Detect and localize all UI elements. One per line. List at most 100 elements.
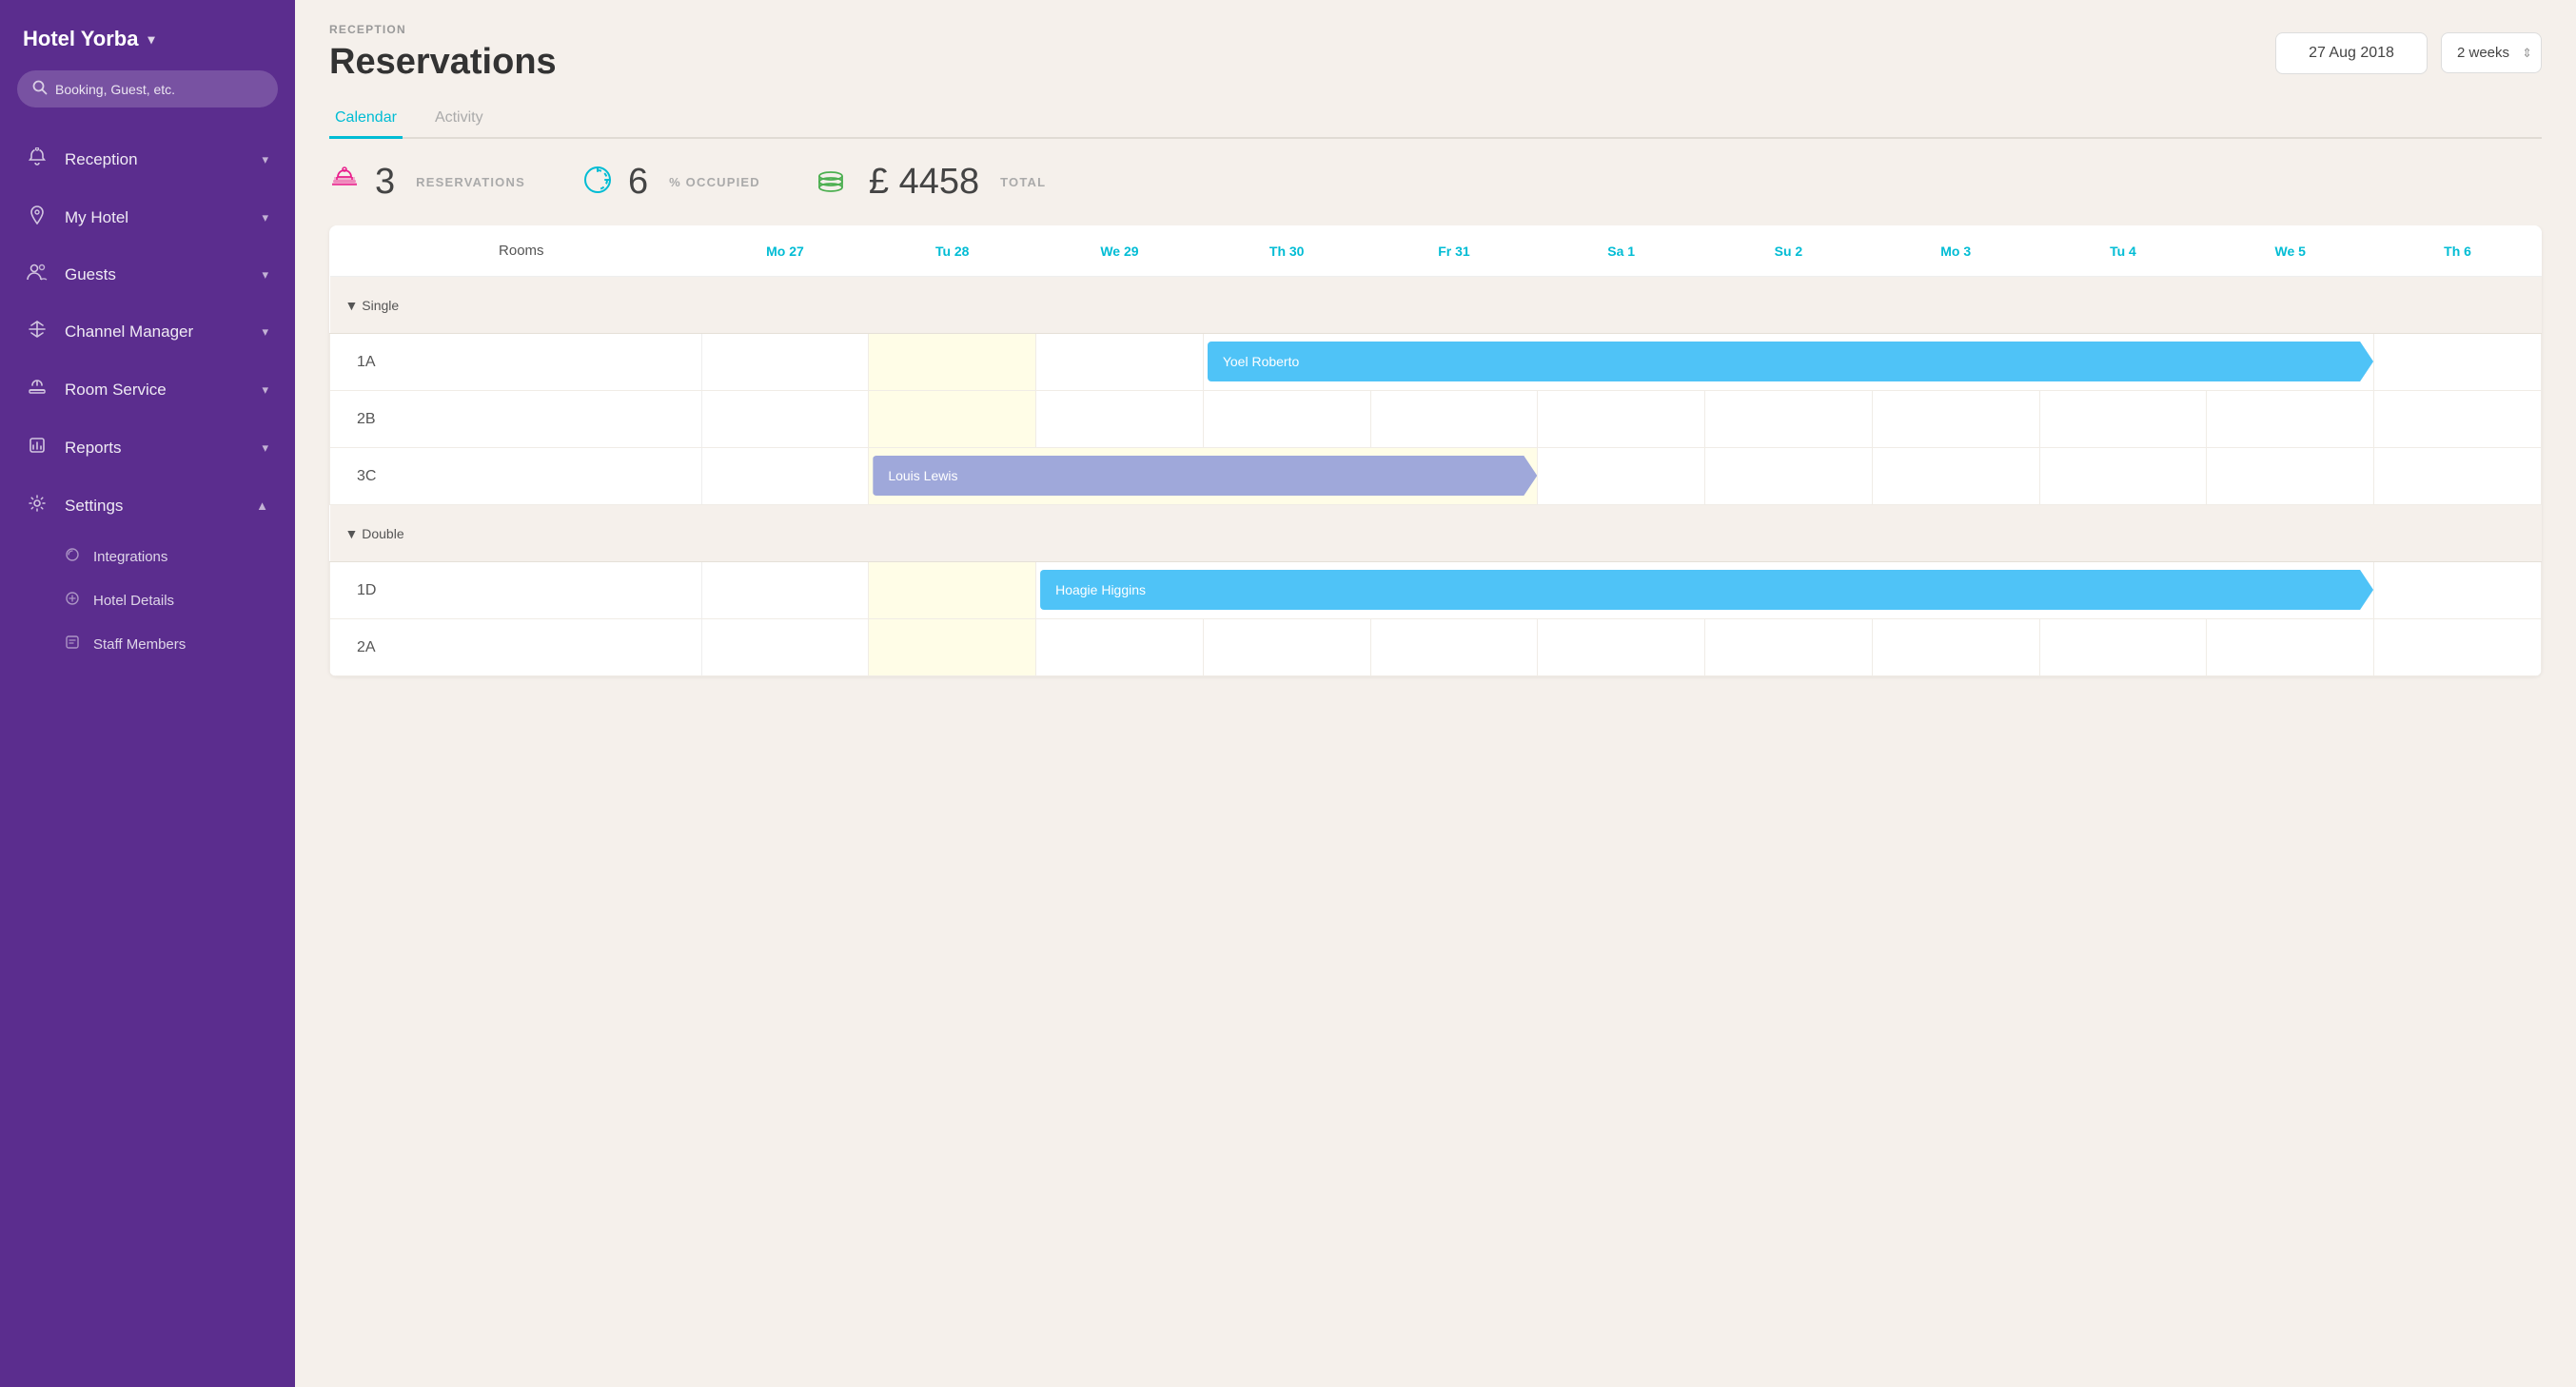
calendar-cell[interactable]: Yoel Roberto xyxy=(1203,334,2373,391)
channel-chevron-icon: ▾ xyxy=(262,324,268,340)
calendar-cell[interactable] xyxy=(1705,619,1873,676)
calendar-cell[interactable] xyxy=(1538,391,1705,448)
calendar-cell[interactable] xyxy=(701,391,869,448)
guests-icon xyxy=(27,264,48,285)
calendar-header-row: Rooms Mo 27 Tu 28 We 29 Th 30 Fr 31 Sa 1… xyxy=(330,225,2542,277)
table-row: 1DHoagie Higgins xyxy=(330,562,2542,619)
reports-chevron-icon: ▾ xyxy=(262,440,268,456)
calendar-cell[interactable] xyxy=(2374,334,2542,391)
booking-bar[interactable]: Hoagie Higgins xyxy=(1040,570,2373,610)
col-mo3: Mo 3 xyxy=(1872,225,2039,277)
calendar-cell[interactable] xyxy=(1538,448,1705,505)
calendar-cell[interactable] xyxy=(1036,391,1204,448)
calendar-cell[interactable] xyxy=(2039,391,2207,448)
settings-chevron-icon: ▲ xyxy=(256,498,268,513)
header-controls: 27 Aug 2018 1 week 2 weeks 3 weeks 4 wee… xyxy=(2275,32,2542,74)
occupied-icon xyxy=(582,165,613,200)
calendar-container: Rooms Mo 27 Tu 28 We 29 Th 30 Fr 31 Sa 1… xyxy=(295,225,2576,1387)
table-row: 2B xyxy=(330,391,2542,448)
room-service-chevron-icon: ▾ xyxy=(262,382,268,398)
sidebar-item-integrations[interactable]: Integrations xyxy=(0,535,295,578)
calendar-cell[interactable] xyxy=(1036,334,1204,391)
calendar-cell[interactable] xyxy=(2039,619,2207,676)
booking-bar[interactable]: Louis Lewis xyxy=(873,456,1537,496)
date-picker[interactable]: 27 Aug 2018 xyxy=(2275,32,2428,74)
calendar-cell[interactable] xyxy=(1538,619,1705,676)
table-row: 3CLouis Lewis xyxy=(330,448,2542,505)
channel-icon xyxy=(27,320,48,343)
week-select[interactable]: 1 week 2 weeks 3 weeks 4 weeks xyxy=(2441,32,2542,73)
total-label: TOTAL xyxy=(1000,175,1046,189)
calendar-cell[interactable] xyxy=(701,562,869,619)
calendar-cell[interactable] xyxy=(869,619,1036,676)
calendar-cell[interactable] xyxy=(1370,619,1538,676)
sidebar-item-reception[interactable]: Reception ▾ xyxy=(0,130,295,188)
calendar-cell[interactable] xyxy=(701,334,869,391)
booking-bar[interactable]: Yoel Roberto xyxy=(1208,342,2373,381)
hotel-name: Hotel Yorba xyxy=(23,27,138,51)
sidebar-label-reports: Reports xyxy=(65,439,122,458)
sidebar-label-settings: Settings xyxy=(65,497,123,516)
calendar-cell[interactable] xyxy=(2374,448,2542,505)
stats-bar: 3 RESERVATIONS 6 % OCCUPIED xyxy=(295,139,2576,225)
calendar-cell[interactable] xyxy=(1036,619,1204,676)
sub-label-staff-members: Staff Members xyxy=(93,636,186,653)
reservations-count: 3 xyxy=(375,162,395,203)
calendar-cell[interactable] xyxy=(1872,619,2039,676)
total-amount: £ 4458 xyxy=(869,162,979,203)
hotel-chevron-icon: ▾ xyxy=(147,31,154,48)
group-name: ▼ Single xyxy=(330,277,2542,334)
sidebar-item-settings[interactable]: Settings ▲ xyxy=(0,477,295,535)
calendar-cell[interactable] xyxy=(1370,391,1538,448)
room-name-cell: 1A xyxy=(330,334,702,391)
sidebar-item-room-service[interactable]: Room Service ▾ xyxy=(0,361,295,419)
room-name-cell: 2A xyxy=(330,619,702,676)
group-row: ▼ Double xyxy=(330,505,2542,562)
calendar-cell[interactable] xyxy=(2207,619,2374,676)
calendar-cell[interactable] xyxy=(2374,391,2542,448)
sidebar-item-channel-manager[interactable]: Channel Manager ▾ xyxy=(0,303,295,361)
calendar-cell[interactable] xyxy=(701,619,869,676)
calendar-cell[interactable] xyxy=(1203,391,1370,448)
calendar-cell[interactable] xyxy=(1872,391,2039,448)
calendar-cell[interactable] xyxy=(2207,391,2374,448)
calendar-cell[interactable] xyxy=(869,391,1036,448)
calendar-cell[interactable] xyxy=(1705,448,1873,505)
calendar-cell[interactable] xyxy=(1872,448,2039,505)
sidebar-item-reports[interactable]: Reports ▾ xyxy=(0,419,295,477)
sub-label-integrations: Integrations xyxy=(93,549,167,565)
sidebar-item-hotel-details[interactable]: Hotel Details xyxy=(0,578,295,622)
calendar-cell[interactable] xyxy=(1705,391,1873,448)
stat-occupied: 6 % OCCUPIED xyxy=(582,162,760,203)
tab-activity[interactable]: Activity xyxy=(429,100,489,139)
sidebar-label-channel-manager: Channel Manager xyxy=(65,322,193,342)
sidebar-item-staff-members[interactable]: Staff Members xyxy=(0,622,295,666)
page-header: RECEPTION Reservations 27 Aug 2018 1 wee… xyxy=(295,0,2576,139)
calendar-cell[interactable] xyxy=(1203,619,1370,676)
hotel-selector[interactable]: Hotel Yorba ▾ xyxy=(0,0,295,70)
calendar-cell[interactable] xyxy=(2374,562,2542,619)
col-th30: Th 30 xyxy=(1203,225,1370,277)
tab-calendar[interactable]: Calendar xyxy=(329,100,403,139)
calendar-cell[interactable] xyxy=(2039,448,2207,505)
sidebar-item-my-hotel[interactable]: My Hotel ▾ xyxy=(0,188,295,246)
bell-icon xyxy=(27,147,48,171)
reservations-label: RESERVATIONS xyxy=(416,175,525,189)
col-we5: We 5 xyxy=(2207,225,2374,277)
sidebar-item-guests[interactable]: Guests ▾ xyxy=(0,246,295,303)
calendar-cell[interactable] xyxy=(2207,448,2374,505)
calendar-cell[interactable] xyxy=(869,562,1036,619)
my-hotel-chevron-icon: ▾ xyxy=(262,210,268,225)
guests-chevron-icon: ▾ xyxy=(262,267,268,283)
sidebar: Hotel Yorba ▾ Booking, Guest, etc. Recep… xyxy=(0,0,295,1387)
calendar-cell[interactable] xyxy=(701,448,869,505)
col-th6: Th 6 xyxy=(2374,225,2542,277)
calendar-table: Rooms Mo 27 Tu 28 We 29 Th 30 Fr 31 Sa 1… xyxy=(329,225,2542,676)
search-box[interactable]: Booking, Guest, etc. xyxy=(17,70,278,107)
calendar-cell[interactable] xyxy=(869,334,1036,391)
calendar-cell[interactable]: Louis Lewis xyxy=(869,448,1538,505)
table-row: 1A Yoel Roberto xyxy=(330,334,2542,391)
tabs: Calendar Activity xyxy=(329,100,2542,139)
calendar-cell[interactable]: Hoagie Higgins xyxy=(1036,562,2374,619)
calendar-cell[interactable] xyxy=(2374,619,2542,676)
